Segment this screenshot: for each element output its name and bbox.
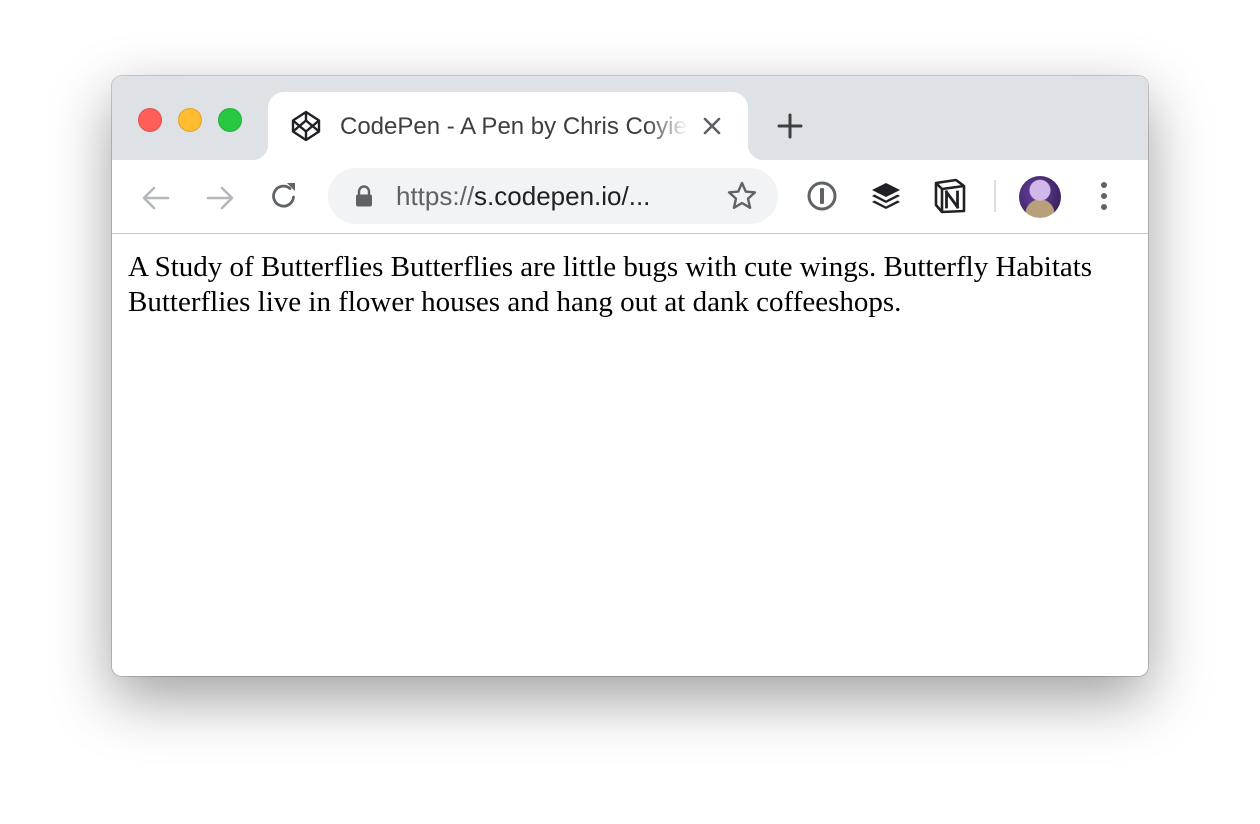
- url-scheme: https://: [396, 181, 475, 211]
- codepen-logo-icon: [291, 110, 321, 142]
- tab-strip: CodePen - A Pen by Chris Coyier: [112, 76, 1148, 160]
- arrow-left-icon[interactable]: [140, 182, 172, 214]
- zoom-window-button[interactable]: [218, 108, 242, 132]
- notion-icon[interactable]: [933, 178, 967, 214]
- page-body-text: A Study of Butterflies Butterflies are l…: [128, 251, 1093, 318]
- avatar[interactable]: [1019, 176, 1061, 218]
- close-icon[interactable]: [700, 114, 724, 138]
- close-window-button[interactable]: [138, 108, 162, 132]
- arrow-right-icon[interactable]: [204, 182, 236, 214]
- tab-title: CodePen - A Pen by Chris Coyier: [340, 113, 688, 140]
- page-content: A Study of Butterflies Butterflies are l…: [112, 234, 1148, 676]
- lock-icon[interactable]: [354, 185, 374, 207]
- browser-window: CodePen - A Pen by Chris Coyier https://…: [112, 76, 1148, 676]
- star-icon[interactable]: [726, 180, 758, 212]
- url-host: s.codepen.io/...: [474, 181, 651, 211]
- 1password-icon[interactable]: [806, 180, 838, 212]
- plus-icon[interactable]: [776, 112, 804, 140]
- buffer-icon[interactable]: [870, 180, 902, 212]
- more-vertical-icon[interactable]: [1092, 180, 1116, 212]
- reload-icon[interactable]: [268, 180, 300, 212]
- toolbar: https://s.codepen.io/...: [112, 160, 1148, 234]
- minimize-window-button[interactable]: [178, 108, 202, 132]
- url-text[interactable]: https://s.codepen.io/...: [396, 181, 650, 211]
- address-bar[interactable]: https://s.codepen.io/...: [328, 168, 778, 224]
- toolbar-divider: [994, 180, 996, 212]
- tab-codepen[interactable]: CodePen - A Pen by Chris Coyier: [252, 92, 764, 160]
